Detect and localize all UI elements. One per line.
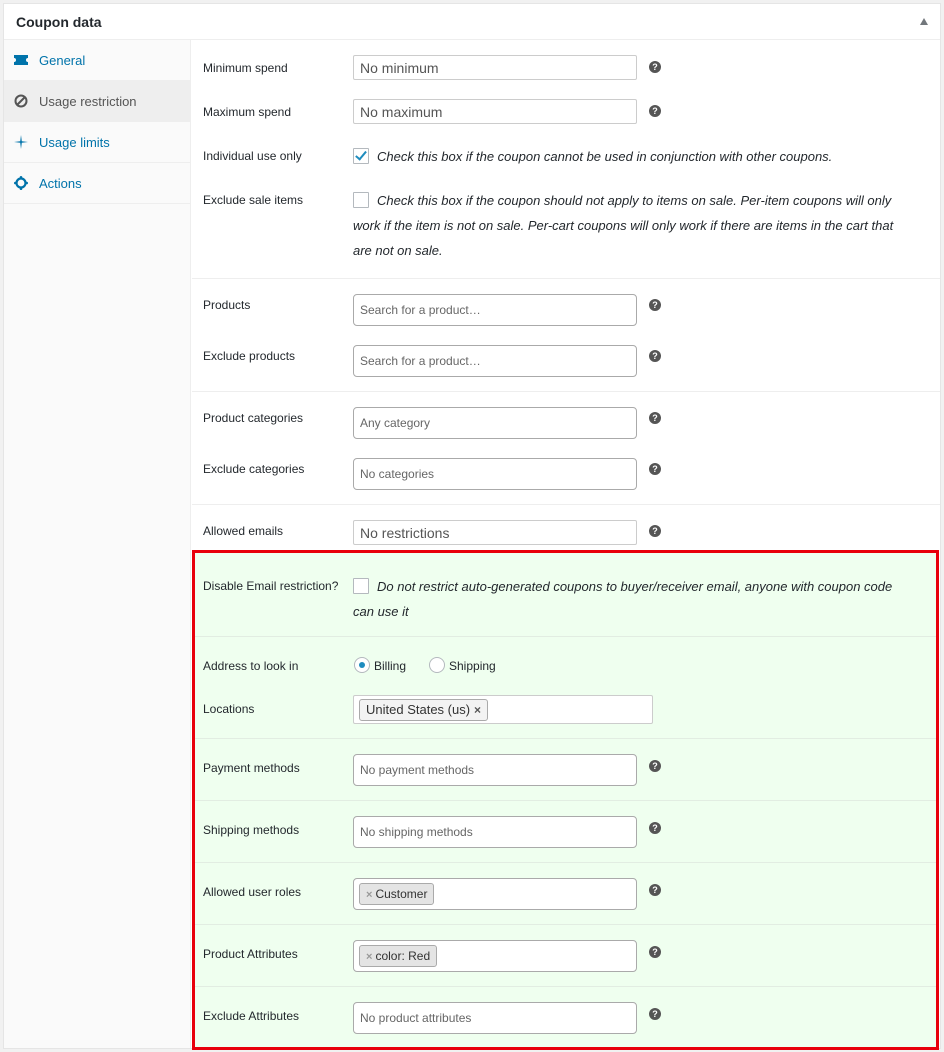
- tab-general[interactable]: General: [4, 40, 190, 81]
- divider: [195, 800, 936, 801]
- help-icon[interactable]: ?: [649, 350, 661, 362]
- chip-label: color: Red: [375, 949, 431, 963]
- gear-icon: [14, 176, 28, 190]
- help-icon[interactable]: ?: [649, 463, 661, 475]
- address-label: Address to look in: [203, 659, 299, 673]
- shipping-methods-label: Shipping methods: [203, 823, 300, 837]
- exclude-products-label: Exclude products: [203, 349, 296, 363]
- min-spend-label: Minimum spend: [203, 61, 288, 75]
- exclude-categories-select[interactable]: No categories: [353, 458, 637, 490]
- min-spend-input[interactable]: No minimum: [353, 55, 637, 80]
- max-spend-label: Maximum spend: [203, 105, 292, 119]
- billing-radio[interactable]: [354, 657, 370, 673]
- locations-label: Locations: [203, 702, 255, 716]
- user-role-chip: × Customer: [359, 883, 435, 905]
- chip-remove-icon[interactable]: ×: [366, 889, 372, 901]
- help-icon[interactable]: ?: [649, 1008, 661, 1020]
- sparkle-icon: [14, 135, 28, 149]
- allowed-emails-input[interactable]: No restrictions: [353, 520, 637, 545]
- product-attributes-label: Product Attributes: [203, 947, 298, 961]
- divider: [192, 278, 940, 279]
- disable-email-description: Do not restrict auto-generated coupons t…: [353, 579, 893, 619]
- product-attribute-chip: × color: Red: [359, 945, 438, 967]
- billing-radio-label: Billing: [374, 659, 407, 673]
- radio-selected-dot: [359, 662, 365, 668]
- chip-remove-icon[interactable]: ×: [366, 951, 372, 963]
- exclude-sale-label: Exclude sale items: [203, 193, 304, 207]
- tab-label: General: [39, 53, 86, 68]
- coupon-tabs-sidebar: General Usage restriction Usage limits A…: [4, 40, 191, 1048]
- help-icon[interactable]: ?: [649, 946, 661, 958]
- exclude-categories-label: Exclude categories: [203, 462, 305, 476]
- block-icon: [14, 94, 28, 108]
- location-chip: United States (us) ×: [359, 699, 489, 721]
- help-icon[interactable]: ?: [649, 105, 661, 117]
- help-icon[interactable]: ?: [649, 760, 661, 772]
- panel-header: Coupon data: [4, 4, 940, 40]
- exclude-attributes-select[interactable]: No product attributes: [353, 1002, 637, 1034]
- divider: [195, 862, 936, 863]
- tab-actions[interactable]: Actions: [4, 163, 190, 204]
- shipping-radio-label: Shipping: [449, 659, 496, 673]
- exclude-sale-description: Check this box if the coupon should not …: [353, 193, 894, 258]
- products-label: Products: [203, 298, 251, 312]
- divider: [192, 391, 940, 392]
- divider: [192, 504, 940, 505]
- products-select[interactable]: Search for a product…: [353, 294, 637, 326]
- help-icon[interactable]: ?: [649, 884, 661, 896]
- user-roles-label: Allowed user roles: [203, 885, 302, 899]
- chip-remove-icon[interactable]: ×: [474, 703, 481, 717]
- tab-label: Usage restriction: [39, 94, 137, 109]
- divider: [195, 636, 936, 637]
- tab-label: Actions: [39, 176, 82, 191]
- checkmark-icon: [355, 148, 367, 161]
- help-icon[interactable]: ?: [649, 299, 661, 311]
- allowed-emails-label: Allowed emails: [203, 524, 284, 538]
- divider: [195, 924, 936, 925]
- help-icon[interactable]: ?: [649, 525, 661, 537]
- shipping-radio[interactable]: [429, 657, 445, 673]
- tab-label: Usage limits: [39, 135, 110, 150]
- tab-usage-limits[interactable]: Usage limits: [4, 122, 190, 163]
- divider: [195, 986, 936, 987]
- exclude-attributes-label: Exclude Attributes: [203, 1009, 300, 1023]
- shipping-methods-select[interactable]: No shipping methods: [353, 816, 637, 848]
- payment-methods-label: Payment methods: [203, 761, 300, 775]
- max-spend-input[interactable]: No maximum: [353, 99, 637, 124]
- payment-methods-select[interactable]: No payment methods: [353, 754, 637, 786]
- exclude-products-select[interactable]: Search for a product…: [353, 345, 637, 377]
- divider: [195, 738, 936, 739]
- product-categories-label: Product categories: [203, 411, 304, 425]
- product-categories-select[interactable]: Any category: [353, 407, 637, 439]
- chip-label: United States (us): [366, 702, 471, 717]
- chip-label: Customer: [375, 887, 428, 901]
- help-icon[interactable]: ?: [649, 412, 661, 424]
- collapse-arrow-icon[interactable]: [920, 18, 928, 25]
- help-icon[interactable]: ?: [649, 822, 661, 834]
- help-icon[interactable]: ?: [649, 61, 661, 73]
- individual-use-description: Check this box if the coupon cannot be u…: [377, 149, 833, 164]
- individual-use-checkbox[interactable]: [353, 148, 369, 164]
- tab-usage-restriction[interactable]: Usage restriction: [4, 81, 190, 122]
- panel-title: Coupon data: [16, 14, 102, 30]
- disable-email-label: Disable Email restriction?: [203, 579, 339, 593]
- ticket-icon: [14, 55, 28, 65]
- highlighted-restrictions-section: Disable Email restriction? Do not restri…: [192, 550, 939, 1050]
- individual-use-label: Individual use only: [203, 149, 302, 163]
